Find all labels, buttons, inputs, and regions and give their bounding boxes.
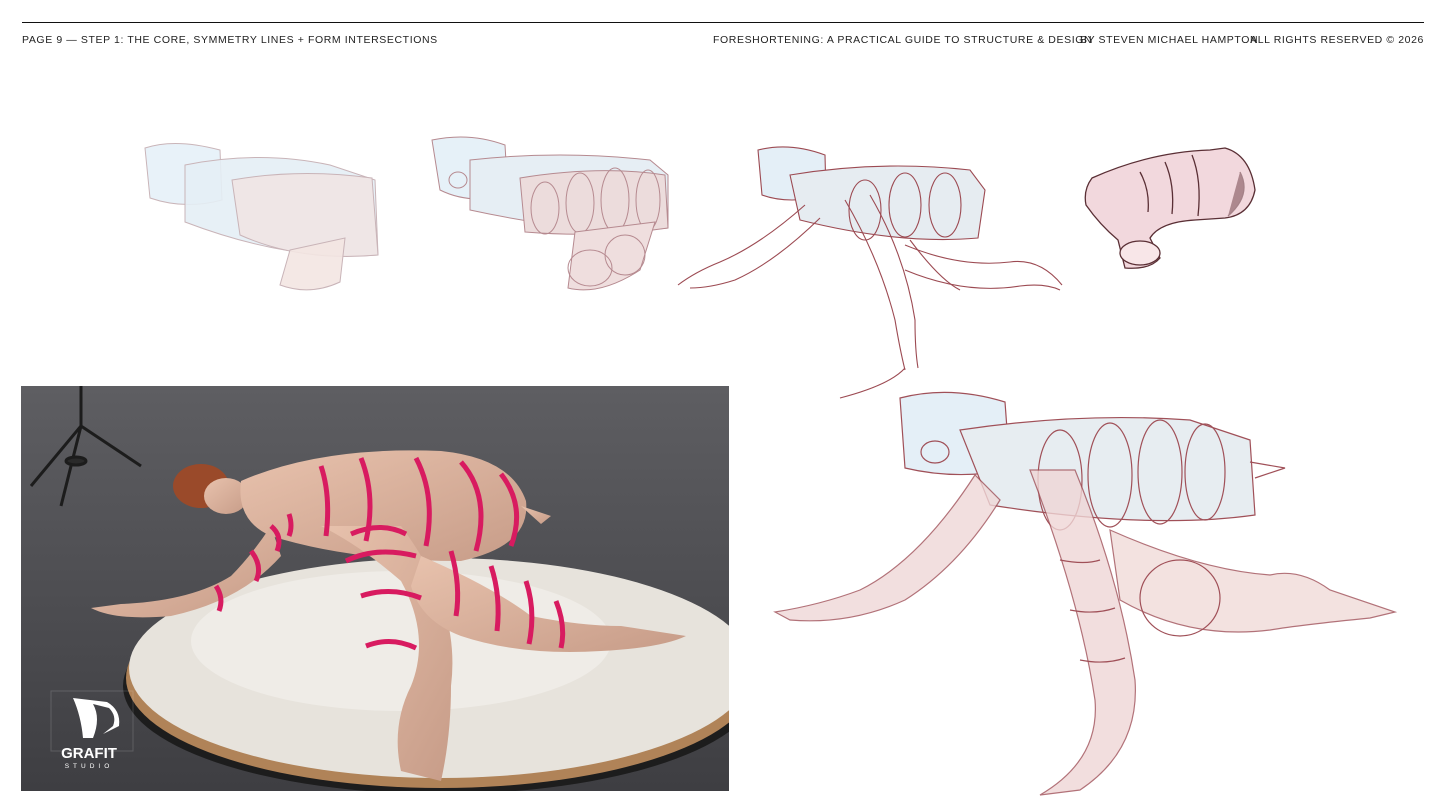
- logo-subtext: STUDIO: [65, 763, 114, 770]
- reference-photo: GRAFIT STUDIO: [21, 386, 729, 791]
- sketch-stage-1: [144, 142, 379, 291]
- sketch-final-large: [773, 391, 1398, 796]
- sketch-stage-4: [1084, 147, 1256, 269]
- sketch-stage-2: [431, 136, 669, 291]
- sketch-stage-3: [677, 146, 1063, 399]
- reference-photo-art: GRAFIT STUDIO: [21, 386, 729, 791]
- logo-text: GRAFIT: [61, 745, 117, 762]
